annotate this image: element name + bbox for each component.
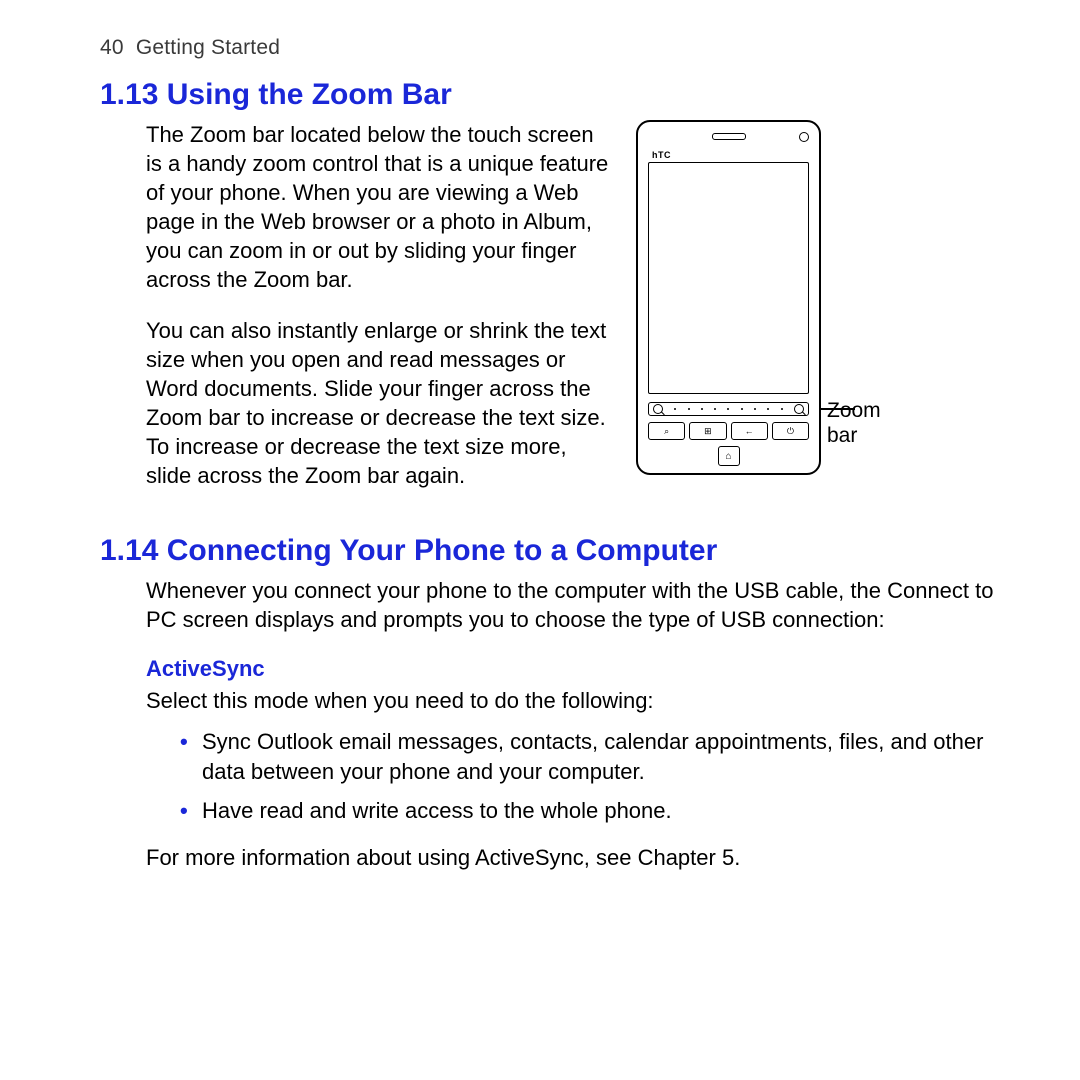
call-button-icon: ⌕ <box>648 422 685 440</box>
activesync-bullet-list: Sync Outlook email messages, contacts, c… <box>166 727 1000 824</box>
callout-leader-line <box>821 408 855 410</box>
end-button-icon: ⏻ <box>772 422 809 440</box>
list-item: Have read and write access to the whole … <box>166 796 1000 825</box>
home-button-icon: ⌂ <box>718 446 740 466</box>
back-button-icon: ← <box>731 422 768 440</box>
zoom-bar-para-1: The Zoom bar located below the touch scr… <box>146 120 611 294</box>
windows-button-icon: ⊞ <box>689 422 726 440</box>
phone-illustration-column: hTC ⌕ ⊞ ← ⏻ ⌂ Zoom <box>636 120 907 475</box>
section-connecting-body: Whenever you connect your phone to the c… <box>146 576 1000 871</box>
magnifier-plus-icon <box>794 404 804 414</box>
phone-screen-icon <box>648 162 809 394</box>
mode-activesync-lead: Select this mode when you need to do the… <box>146 686 1000 715</box>
section-heading-connecting: 1.14 Connecting Your Phone to a Computer <box>100 534 1000 568</box>
zoom-bar-para-2: You can also instantly enlarge or shrink… <box>146 316 611 490</box>
hardware-buttons-row: ⌕ ⊞ ← ⏻ <box>648 422 809 440</box>
section-zoom-bar-content: The Zoom bar located below the touch scr… <box>146 120 1000 490</box>
zoom-bar-illustration <box>648 402 809 416</box>
callout-wrapper: Zoom bar <box>821 120 907 448</box>
phone-illustration: hTC ⌕ ⊞ ← ⏻ ⌂ <box>636 120 821 475</box>
connecting-intro: Whenever you connect your phone to the c… <box>146 576 1000 634</box>
section-heading-zoom-bar: 1.13 Using the Zoom Bar <box>100 78 1000 112</box>
section-connecting-phone: 1.14 Connecting Your Phone to a Computer… <box>100 534 1000 871</box>
running-header: 40 Getting Started <box>100 36 1000 60</box>
activesync-footer: For more information about using ActiveS… <box>146 843 1000 872</box>
phone-earpiece-icon <box>712 133 746 140</box>
section-zoom-bar-text: The Zoom bar located below the touch scr… <box>146 120 611 490</box>
mode-activesync-title: ActiveSync <box>146 656 1000 682</box>
chapter-title: Getting Started <box>136 36 280 59</box>
phone-brand-label: hTC <box>652 150 671 160</box>
list-item: Sync Outlook email messages, contacts, c… <box>166 727 1000 785</box>
page-number: 40 <box>100 36 124 59</box>
zoom-bar-dots-icon <box>663 408 794 410</box>
magnifier-minus-icon <box>653 404 663 414</box>
manual-page: 40 Getting Started 1.13 Using the Zoom B… <box>0 0 1080 1080</box>
phone-camera-icon <box>799 132 809 142</box>
zoom-bar-callout-label: Zoom bar <box>827 398 907 448</box>
